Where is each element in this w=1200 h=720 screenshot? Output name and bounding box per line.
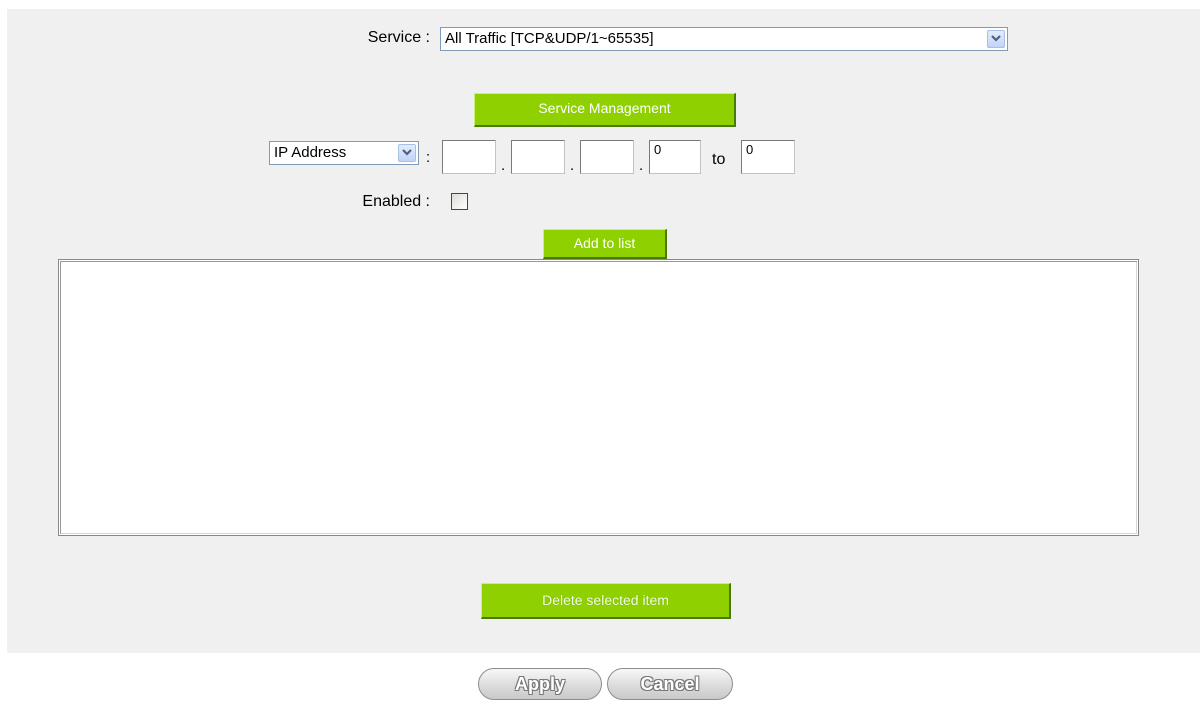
ip-separator: . bbox=[570, 157, 575, 174]
enabled-label: Enabled : bbox=[362, 193, 430, 210]
address-type-select-value: IP Address bbox=[274, 144, 347, 161]
to-label: to bbox=[712, 151, 726, 168]
ip-octet-1-input[interactable] bbox=[442, 140, 496, 174]
rules-listbox[interactable] bbox=[58, 259, 1139, 536]
delete-selected-item-button[interactable]: Delete selected item bbox=[481, 583, 731, 619]
ip-separator: . bbox=[639, 157, 644, 174]
cancel-button[interactable]: Cancel bbox=[607, 668, 733, 700]
ip-separator: . bbox=[501, 157, 506, 174]
enabled-checkbox[interactable] bbox=[451, 193, 468, 210]
apply-button[interactable]: Apply bbox=[478, 668, 602, 700]
address-colon: : bbox=[426, 149, 431, 166]
service-select[interactable]: All Traffic [TCP&UDP/1~65535] bbox=[440, 27, 1008, 51]
service-management-button[interactable]: Service Management bbox=[474, 93, 736, 127]
service-select-value: All Traffic [TCP&UDP/1~65535] bbox=[445, 30, 654, 47]
add-to-list-button[interactable]: Add to list bbox=[543, 229, 667, 259]
ip-octet-3-input[interactable] bbox=[580, 140, 634, 174]
chevron-down-icon[interactable] bbox=[987, 30, 1005, 48]
chevron-down-icon[interactable] bbox=[398, 144, 416, 162]
address-type-select[interactable]: IP Address bbox=[269, 141, 419, 165]
service-label: Service : bbox=[367, 29, 430, 46]
ip-octet-2-input[interactable] bbox=[511, 140, 565, 174]
ip-octet-4-input[interactable]: 0 bbox=[649, 140, 701, 174]
ip-range-end-input[interactable]: 0 bbox=[741, 140, 795, 174]
